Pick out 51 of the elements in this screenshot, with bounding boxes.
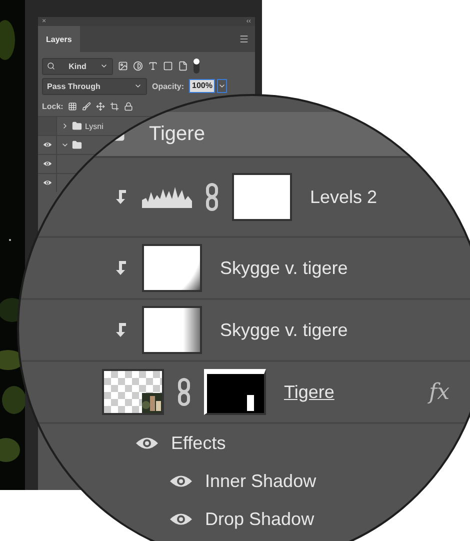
mask-thumbnail — [204, 369, 266, 415]
eye-icon[interactable] — [42, 180, 52, 186]
menu-icon[interactable] — [239, 34, 249, 44]
expand-icon[interactable] — [61, 122, 69, 130]
document-icon[interactable] — [178, 61, 188, 71]
folder-icon — [72, 121, 82, 131]
layer-thumbnail — [142, 244, 202, 292]
opacity-label: Opacity: — [152, 82, 184, 90]
type-icon[interactable] — [148, 61, 158, 71]
shape-icon[interactable] — [163, 61, 173, 71]
layer-name: Levels 2 — [310, 186, 378, 208]
link-icon[interactable] — [206, 183, 218, 211]
layers-tab[interactable]: Layers — [38, 26, 80, 52]
group-name: Tigere — [149, 122, 205, 146]
expand-icon[interactable] — [61, 141, 69, 149]
layer-name: Tigere — [284, 382, 334, 402]
move-icon[interactable] — [96, 102, 106, 110]
levels-icon — [142, 186, 192, 208]
eye-icon[interactable] — [135, 436, 159, 450]
opacity-field[interactable]: 100% — [189, 79, 216, 93]
layer-thumbnail — [142, 306, 202, 354]
effects-label: Effects — [171, 432, 226, 454]
crop-icon[interactable] — [110, 102, 120, 110]
layer-name: Lysni — [85, 122, 104, 130]
lock-label: Lock: — [42, 102, 64, 110]
lock-icon[interactable] — [124, 102, 134, 110]
visibility-toggle[interactable] — [38, 117, 57, 135]
eye-icon[interactable] — [169, 512, 193, 526]
eye-icon[interactable] — [169, 474, 193, 488]
toggle-icon[interactable] — [193, 58, 200, 74]
filter-dropdown[interactable]: Kind — [42, 58, 113, 74]
eye-icon[interactable] — [42, 142, 52, 148]
effect-name: Inner Shadow — [205, 470, 316, 492]
layer-name: Skygge v. tigere — [220, 320, 348, 340]
effects-indicator[interactable]: fx — [429, 380, 450, 404]
chevron-down-icon — [134, 82, 142, 90]
chevron-down-icon — [100, 62, 108, 70]
effect-name: Drop Shadow — [205, 508, 314, 530]
link-icon[interactable] — [178, 378, 190, 406]
brush-icon[interactable] — [82, 102, 92, 110]
blend-mode-dropdown[interactable]: Pass Through — [42, 78, 147, 94]
opacity-dropdown[interactable] — [217, 79, 228, 93]
chevron-down-icon — [218, 82, 226, 90]
search-icon — [47, 62, 55, 70]
grid-icon[interactable] — [68, 102, 78, 110]
layer-name: Skygge v. tigere — [220, 258, 348, 278]
eye-icon[interactable] — [42, 161, 52, 167]
folder-icon — [72, 140, 82, 150]
image-icon[interactable] — [118, 61, 128, 71]
mask-thumbnail — [232, 173, 292, 221]
contrast-icon[interactable] — [133, 61, 143, 71]
